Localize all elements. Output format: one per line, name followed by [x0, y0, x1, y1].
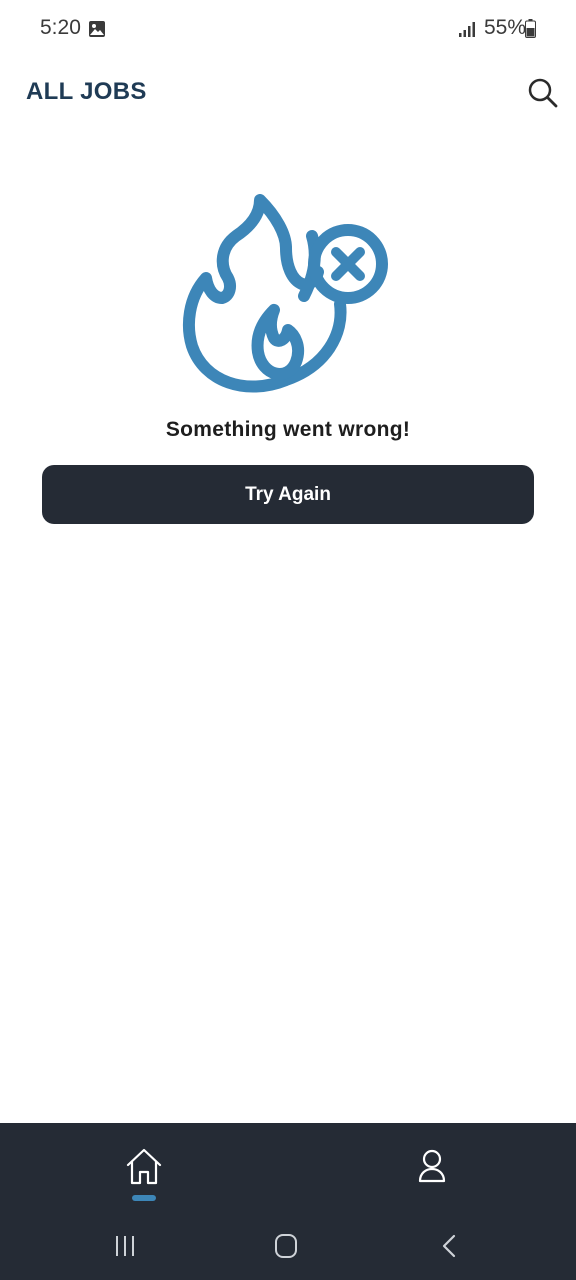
home-circle-icon[interactable]	[273, 1232, 299, 1260]
home-icon	[126, 1148, 162, 1185]
error-message: Something went wrong!	[165, 418, 411, 441]
screen: 5:20 55% ALL JOBS Something went wrong! …	[0, 0, 576, 1280]
recents-icon[interactable]	[112, 1233, 138, 1259]
back-icon[interactable]	[438, 1233, 460, 1259]
active-indicator	[132, 1195, 156, 1201]
try-again-button[interactable]: Try Again	[42, 465, 534, 524]
bottom-nav	[0, 1123, 576, 1280]
user-icon	[418, 1149, 446, 1183]
app-header: ALL JOBS	[0, 58, 576, 126]
signal-icon	[459, 22, 475, 37]
page-title: ALL JOBS	[26, 78, 147, 105]
gallery-icon	[89, 21, 105, 37]
fire-error-icon	[182, 194, 388, 393]
system-nav-bar	[0, 1217, 576, 1277]
battery-percentage: 55%	[484, 16, 527, 39]
nav-item-home[interactable]	[120, 1143, 168, 1203]
battery-icon	[525, 19, 536, 38]
status-bar: 5:20 55%	[0, 0, 576, 58]
status-time: 5:20	[40, 16, 81, 39]
nav-item-profile[interactable]	[410, 1145, 454, 1189]
search-icon[interactable]	[524, 74, 560, 110]
